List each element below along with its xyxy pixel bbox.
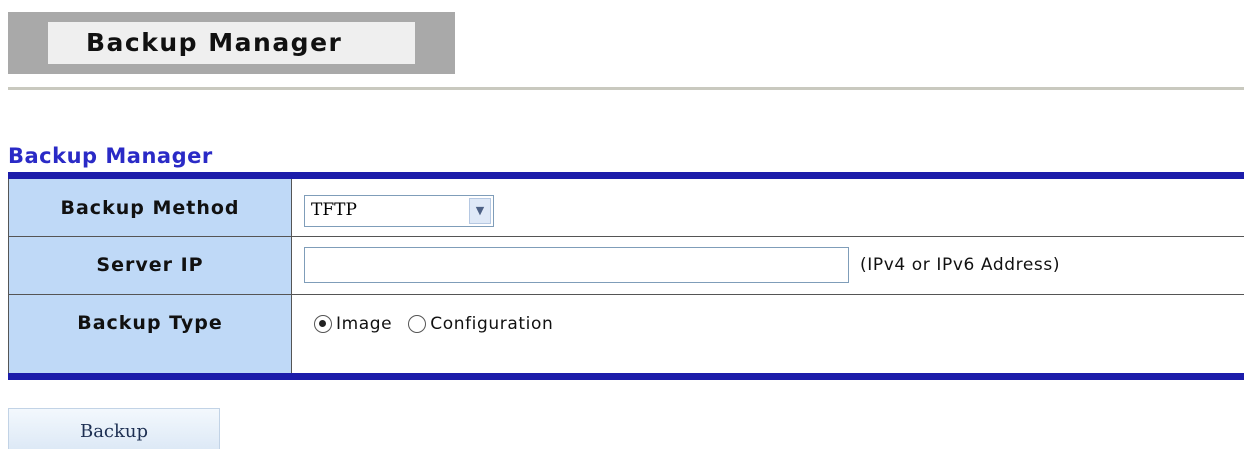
server-ip-hint: (IPv4 or IPv6 Address) <box>860 255 1061 275</box>
radio-checked-icon[interactable] <box>314 315 332 333</box>
backup-button[interactable]: Backup <box>8 408 220 449</box>
radio-unchecked-icon[interactable] <box>408 315 427 333</box>
backup-type-label: Backup Type <box>8 295 292 373</box>
backup-type-option-image[interactable]: Image <box>336 314 392 334</box>
chevron-down-icon[interactable]: ▼ <box>469 198 491 224</box>
backup-type-radio-group: Image Configuration <box>314 312 553 336</box>
page-header: Backup Manager <box>8 12 455 74</box>
page-title: Backup Manager <box>48 22 415 64</box>
server-ip-label: Server IP <box>8 237 292 294</box>
server-ip-row: Server IP (IPv4 or IPv6 Address) <box>8 237 1244 295</box>
backup-type-option-configuration[interactable]: Configuration <box>430 314 553 334</box>
backup-method-cell: TFTP ▼ <box>292 179 1244 236</box>
backup-method-selected-value: TFTP <box>311 200 357 220</box>
backup-method-select[interactable]: TFTP ▼ <box>304 195 494 227</box>
backup-method-label: Backup Method <box>8 179 292 236</box>
backup-type-row: Backup Type Image Configuration <box>8 295 1244 373</box>
backup-method-row: Backup Method TFTP ▼ <box>8 179 1244 237</box>
backup-type-cell: Image Configuration <box>292 295 1244 373</box>
header-divider <box>8 87 1244 90</box>
server-ip-cell: (IPv4 or IPv6 Address) <box>292 237 1244 294</box>
backup-form-table: Backup Method TFTP ▼ Server IP (IPv4 or … <box>8 172 1244 380</box>
section-title: Backup Manager <box>8 144 213 168</box>
server-ip-input[interactable] <box>304 247 849 283</box>
